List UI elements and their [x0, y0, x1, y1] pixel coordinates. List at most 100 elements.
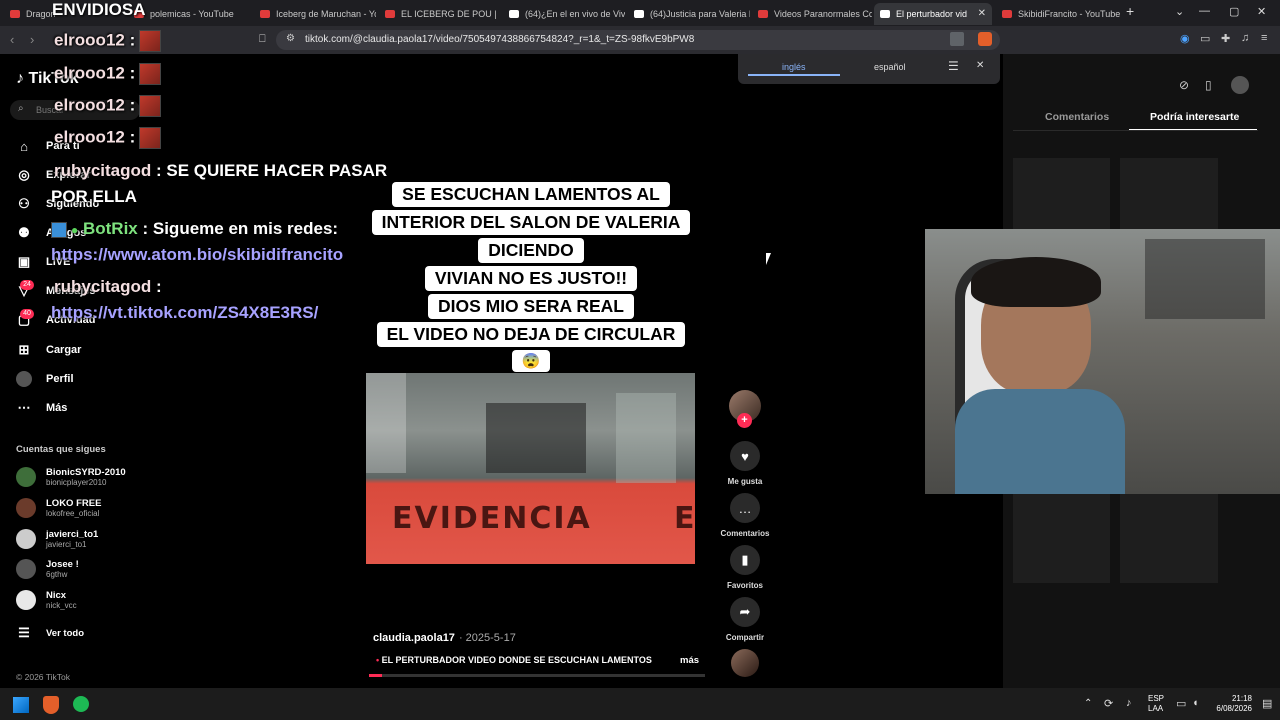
close-window-icon[interactable]: ✕	[1257, 5, 1266, 18]
tiktok-icon	[880, 10, 890, 18]
scan-icon[interactable]: ⊘	[1179, 78, 1189, 92]
more-link[interactable]: más	[680, 655, 699, 666]
extensions-icon[interactable]: ✚	[1221, 32, 1230, 45]
caption-line: SE ESCUCHAN LAMENTOS AL	[392, 182, 670, 207]
browser-tab-active[interactable]: El perturbador vid ✕	[874, 3, 992, 25]
chat-message: rubycitagod : SE QUIERE HACER PASAR	[54, 161, 388, 180]
close-tab-icon[interactable]: ✕	[978, 8, 986, 19]
keyboard-layout[interactable]: ESP LAA	[1148, 694, 1164, 714]
maximize-icon[interactable]: ▢	[1229, 5, 1239, 18]
chevron-up-icon[interactable]: ⌃	[1084, 698, 1092, 709]
browser-tab-bar: Dragon polemicas - YouTube Iceberg de Ma…	[0, 0, 1280, 26]
favorites-button[interactable]: ▮ Favoritos	[718, 545, 772, 590]
browser-tab[interactable]: EL ICEBERG DE POU | CON	[379, 3, 499, 25]
following-account[interactable]: Josee ! 6gthw	[16, 559, 79, 579]
search-icon: ⌕	[18, 103, 24, 114]
spotify-icon[interactable]	[73, 696, 89, 712]
chevron-down-icon[interactable]: ⌄	[1175, 5, 1184, 18]
url-field[interactable]: ⚙ tiktok.com/@claudia.paola17/video/7505…	[276, 30, 1000, 50]
translate-menu-icon[interactable]: ☰	[948, 59, 959, 73]
music-icon[interactable]: ♫	[1241, 32, 1249, 44]
chat-link[interactable]: https://www.atom.bio/skibidifrancito	[51, 245, 343, 265]
new-tab-icon[interactable]: +	[1126, 3, 1134, 19]
chat-message: elrooo12 :	[54, 63, 162, 85]
messages-badge: 24	[20, 280, 34, 290]
streamer-hair	[971, 257, 1101, 307]
following-heading: Cuentas que sigues	[16, 444, 106, 455]
network-icon[interactable]: ▭	[1176, 697, 1186, 710]
nav-perfil[interactable]: Perfil	[16, 371, 74, 387]
following-account[interactable]: BionicSYRD-2010 bionicplayer2010	[16, 467, 126, 487]
emote-icon	[139, 30, 162, 52]
comments-button[interactable]: … Comentarios	[718, 493, 772, 538]
see-all-link[interactable]: ☰ Ver todo	[16, 625, 84, 641]
chat-message: elrooo12 :	[54, 95, 162, 117]
site-info-icon[interactable]: ⚙	[286, 33, 295, 44]
emote-icon	[139, 63, 162, 85]
sound-disc[interactable]	[731, 649, 759, 677]
chat-message: ● BotRix : Sigueme en mis redes:	[51, 219, 338, 239]
video-player[interactable]: EVIDENCIA E	[366, 373, 695, 564]
mouse-cursor-icon	[766, 253, 771, 265]
chat-link[interactable]: https://vt.tiktok.com/ZS4X8E3RS/	[51, 303, 318, 323]
sidebar-icon[interactable]: ▭	[1200, 32, 1210, 45]
video-progress-fill	[369, 674, 383, 677]
video-progress-track[interactable]	[369, 674, 705, 677]
video-caption-overlay: SE ESCUCHAN LAMENTOS AL INTERIOR DEL SAL…	[366, 182, 696, 375]
audio-icon[interactable]: ◉	[1180, 32, 1190, 45]
bookmark-icon: ▮	[730, 545, 760, 575]
nav-cargar[interactable]: ⊞ Cargar	[16, 342, 82, 358]
tab-podria-interesarte[interactable]: Podría interesarte	[1150, 111, 1239, 123]
following-account[interactable]: javierci_to1 javierci_to1	[16, 529, 98, 549]
close-icon[interactable]: ✕	[976, 60, 984, 71]
brave-shield-icon[interactable]	[978, 32, 992, 46]
browser-tab[interactable]: polemicas - YouTube	[128, 3, 250, 25]
bookmark-page-icon[interactable]: ⎕	[259, 33, 266, 46]
clock[interactable]: 21:18 6/08/2026	[1212, 694, 1252, 714]
youtube-icon	[758, 10, 768, 18]
video-description: • EL PERTURBADOR VIDEO DONDE SE ESCUCHAN…	[376, 655, 652, 665]
avatar	[16, 590, 36, 610]
video-scene-wall	[366, 373, 406, 473]
tiktok-icon	[509, 10, 519, 18]
follow-plus-icon[interactable]: +	[737, 413, 752, 428]
caption-emoji: 😨	[511, 350, 551, 372]
following-account[interactable]: Nicx nick_vcc	[16, 590, 77, 610]
notifications-icon[interactable]: ▤	[1262, 697, 1272, 710]
translate-lang-english[interactable]: inglés	[782, 62, 806, 72]
active-lang-indicator	[748, 74, 840, 76]
browser-tab[interactable]: Iceberg de Maruchan - Yo	[254, 3, 376, 25]
back-icon[interactable]: ‹	[10, 32, 14, 47]
tiktok-icon: ♪	[16, 70, 24, 87]
video-author[interactable]: claudia.paola17 · 2025-5-17	[373, 632, 516, 644]
tab-comentarios[interactable]: Comentarios	[1045, 111, 1109, 123]
forward-icon[interactable]: ›	[30, 32, 34, 47]
friends-icon: ⚉	[18, 225, 30, 240]
chat-message-continued: POR ELLA	[51, 187, 137, 206]
following-account[interactable]: LOKO FREE lokofree_oficial	[16, 498, 101, 518]
browser-tab[interactable]: SkibidiFrancito - YouTube	[996, 3, 1120, 25]
room-wall-decor	[1145, 239, 1265, 319]
browser-tab[interactable]: (64)Justicia para Valeria M	[628, 3, 750, 25]
avatar	[16, 529, 36, 549]
share-button[interactable]: ➦ Compartir	[718, 597, 772, 642]
more-icon: ⋯	[17, 400, 31, 415]
volume-icon[interactable]: ◖	[1192, 697, 1199, 709]
translate-icon[interactable]	[950, 32, 964, 46]
brave-browser-icon[interactable]	[43, 696, 59, 714]
sync-icon[interactable]: ⟳	[1104, 697, 1113, 710]
user-follow-icon: ⚇	[18, 196, 30, 211]
bot-badge-icon	[51, 221, 67, 238]
menu-icon[interactable]: ≡	[1261, 32, 1267, 44]
like-button[interactable]: ♥ Me gusta	[718, 441, 772, 486]
microphone-icon[interactable]: ♪	[1126, 697, 1132, 709]
device-icon[interactable]: ▯	[1205, 78, 1212, 92]
nav-mas[interactable]: ⋯ Más	[16, 400, 68, 416]
minimize-icon[interactable]: —	[1199, 5, 1210, 17]
profile-avatar[interactable]	[1231, 76, 1249, 94]
browser-tab[interactable]: (64)¿En el en vivo de Vivia	[503, 3, 625, 25]
browser-tab[interactable]: Videos Paranormales Con	[752, 3, 872, 25]
caption-line: DICIENDO	[478, 238, 584, 263]
translate-lang-spanish[interactable]: español	[874, 62, 906, 72]
windows-start-icon[interactable]	[13, 697, 29, 713]
